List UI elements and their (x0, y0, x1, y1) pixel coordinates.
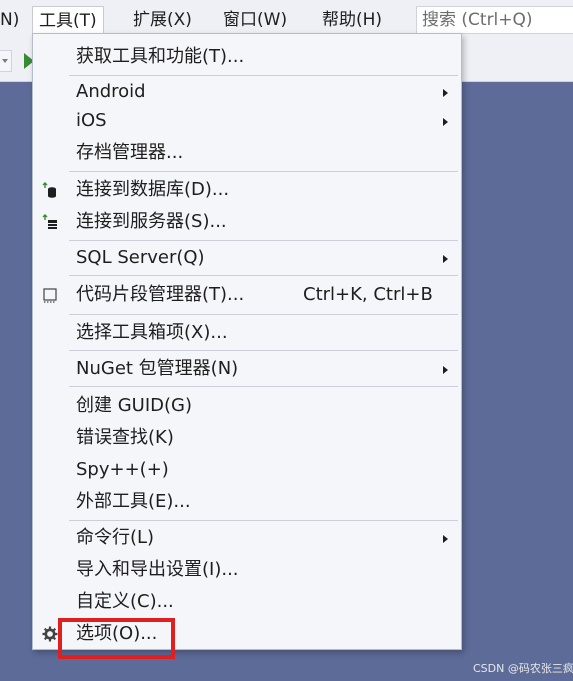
menu-item-label: 外部工具(E)... (76, 491, 191, 512)
submenu-arrow-icon (443, 255, 448, 263)
menu-item-label: 创建 GUID(G) (76, 395, 193, 416)
database-connect-icon (42, 182, 56, 198)
code-snippet-icon (43, 288, 57, 303)
menu-item-label: NuGet 包管理器(N) (76, 358, 239, 379)
menu-item-label: 连接到服务器(S)... (76, 211, 227, 232)
menu-item-archive-manager[interactable]: 存档管理器... (33, 138, 461, 168)
menu-item-shortcut: Ctrl+K, Ctrl+B (303, 284, 433, 305)
menu-item-label: iOS (76, 110, 107, 131)
menu-item-sql-server[interactable]: SQL Server(Q) (33, 243, 461, 273)
menu-item-create-guid[interactable]: 创建 GUID(G) (33, 391, 461, 421)
server-connect-icon (42, 214, 57, 229)
menu-separator (69, 75, 458, 76)
submenu-arrow-icon (443, 89, 448, 97)
menu-separator (69, 171, 458, 172)
gear-icon (42, 626, 58, 642)
menu-item-error-lookup[interactable]: 错误查找(K) (33, 423, 461, 453)
menu-help[interactable]: 帮助(H) (316, 6, 388, 34)
menu-item-spy[interactable]: Spy++(+) (33, 455, 461, 485)
menu-item-connect-server[interactable]: 连接到服务器(S)... (33, 207, 461, 237)
menu-item-choose-toolbox-items[interactable]: 选择工具箱项(X)... (33, 318, 461, 348)
menu-item-label: 导入和导出设置(I)... (76, 559, 239, 580)
menu-separator (69, 240, 458, 241)
menu-item-label: 获取工具和功能(T)... (76, 46, 245, 67)
menu-item-android[interactable]: Android (33, 77, 461, 107)
menu-item-label: 存档管理器... (76, 142, 184, 163)
menu-item-customize[interactable]: 自定义(C)... (33, 587, 461, 617)
menu-item-ios[interactable]: iOS (33, 106, 461, 136)
watermark: CSDN @码农张三疯 (473, 662, 573, 675)
tools-menu: 获取工具和功能(T)... Android iOS 存档管理器... 连接到数据… (32, 33, 462, 650)
menu-extensions[interactable]: 扩展(X) (127, 6, 198, 34)
menu-item-label: 选择工具箱项(X)... (76, 322, 228, 343)
menu-item-label: 自定义(C)... (76, 591, 174, 612)
menu-item-label: Spy++(+) (76, 459, 169, 480)
submenu-arrow-icon (443, 118, 448, 126)
menu-project[interactable]: N) (0, 6, 25, 34)
search-input[interactable]: 搜索 (Ctrl+Q) (416, 6, 573, 34)
submenu-arrow-icon (443, 366, 448, 374)
config-dropdown[interactable] (0, 50, 12, 72)
menu-item-label: SQL Server(Q) (76, 247, 205, 268)
menu-separator (69, 350, 458, 351)
menu-item-import-export-settings[interactable]: 导入和导出设置(I)... (33, 555, 461, 585)
menu-separator (69, 520, 458, 521)
menu-item-command-line[interactable]: 命令行(L) (33, 523, 461, 553)
menu-item-label: 错误查找(K) (76, 427, 174, 448)
menu-separator (69, 314, 458, 315)
menu-separator (69, 386, 458, 387)
menu-item-connect-database[interactable]: 连接到数据库(D)... (33, 175, 461, 205)
menu-item-label: 命令行(L) (76, 527, 155, 548)
menu-window[interactable]: 窗口(W) (217, 6, 293, 34)
menu-item-get-tools[interactable]: 获取工具和功能(T)... (33, 42, 461, 72)
menu-separator (69, 275, 458, 276)
menu-item-code-snippets[interactable]: 代码片段管理器(T)... Ctrl+K, Ctrl+B (33, 280, 461, 310)
menu-item-label: 代码片段管理器(T)... (76, 284, 245, 305)
highlight-box (58, 618, 175, 659)
menu-item-external-tools[interactable]: 外部工具(E)... (33, 487, 461, 517)
submenu-arrow-icon (443, 535, 448, 543)
menu-item-nuget[interactable]: NuGet 包管理器(N) (33, 354, 461, 384)
menu-item-label: 连接到数据库(D)... (76, 179, 230, 200)
menu-item-label: Android (76, 81, 146, 102)
